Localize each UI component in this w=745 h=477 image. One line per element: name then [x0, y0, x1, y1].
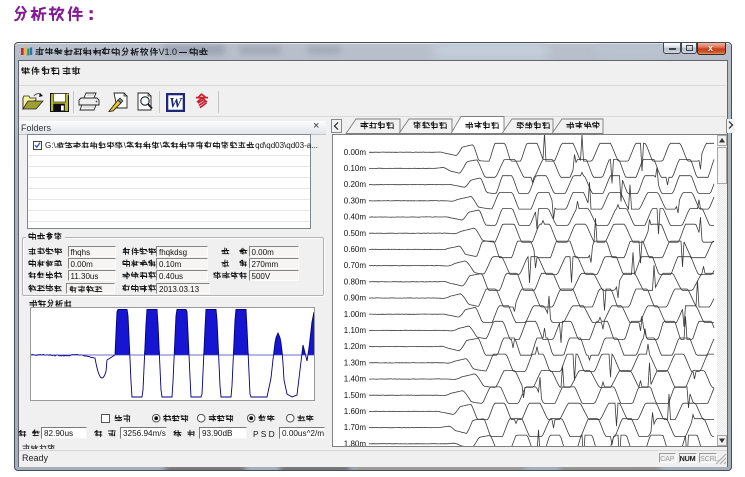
svg-text:0.10m: 0.10m [343, 164, 366, 173]
svg-text:0.20m: 0.20m [343, 180, 366, 189]
svg-text:0.00m: 0.00m [343, 148, 366, 157]
svg-text:0.80m: 0.80m [343, 277, 366, 286]
svg-text:1.40m: 1.40m [343, 375, 366, 384]
svg-text:W: W [169, 95, 183, 111]
svg-text:0.50m: 0.50m [343, 229, 366, 238]
svg-text:0.40m: 0.40m [343, 213, 366, 222]
svg-text:1.50m: 1.50m [343, 391, 366, 400]
svg-text:1.30m: 1.30m [343, 358, 366, 367]
svg-text:0.60m: 0.60m [343, 245, 366, 254]
svg-text:1.20m: 1.20m [343, 342, 366, 351]
svg-text:1.70m: 1.70m [343, 423, 366, 432]
svg-text:1.10m: 1.10m [343, 326, 366, 335]
svg-text:1.60m: 1.60m [343, 407, 366, 416]
svg-text:1.00m: 1.00m [343, 310, 366, 319]
svg-text:1.80m: 1.80m [343, 439, 366, 446]
svg-text:0.70m: 0.70m [343, 261, 366, 270]
svg-text:0.30m: 0.30m [343, 196, 366, 205]
svg-text:0.90m: 0.90m [343, 294, 366, 303]
